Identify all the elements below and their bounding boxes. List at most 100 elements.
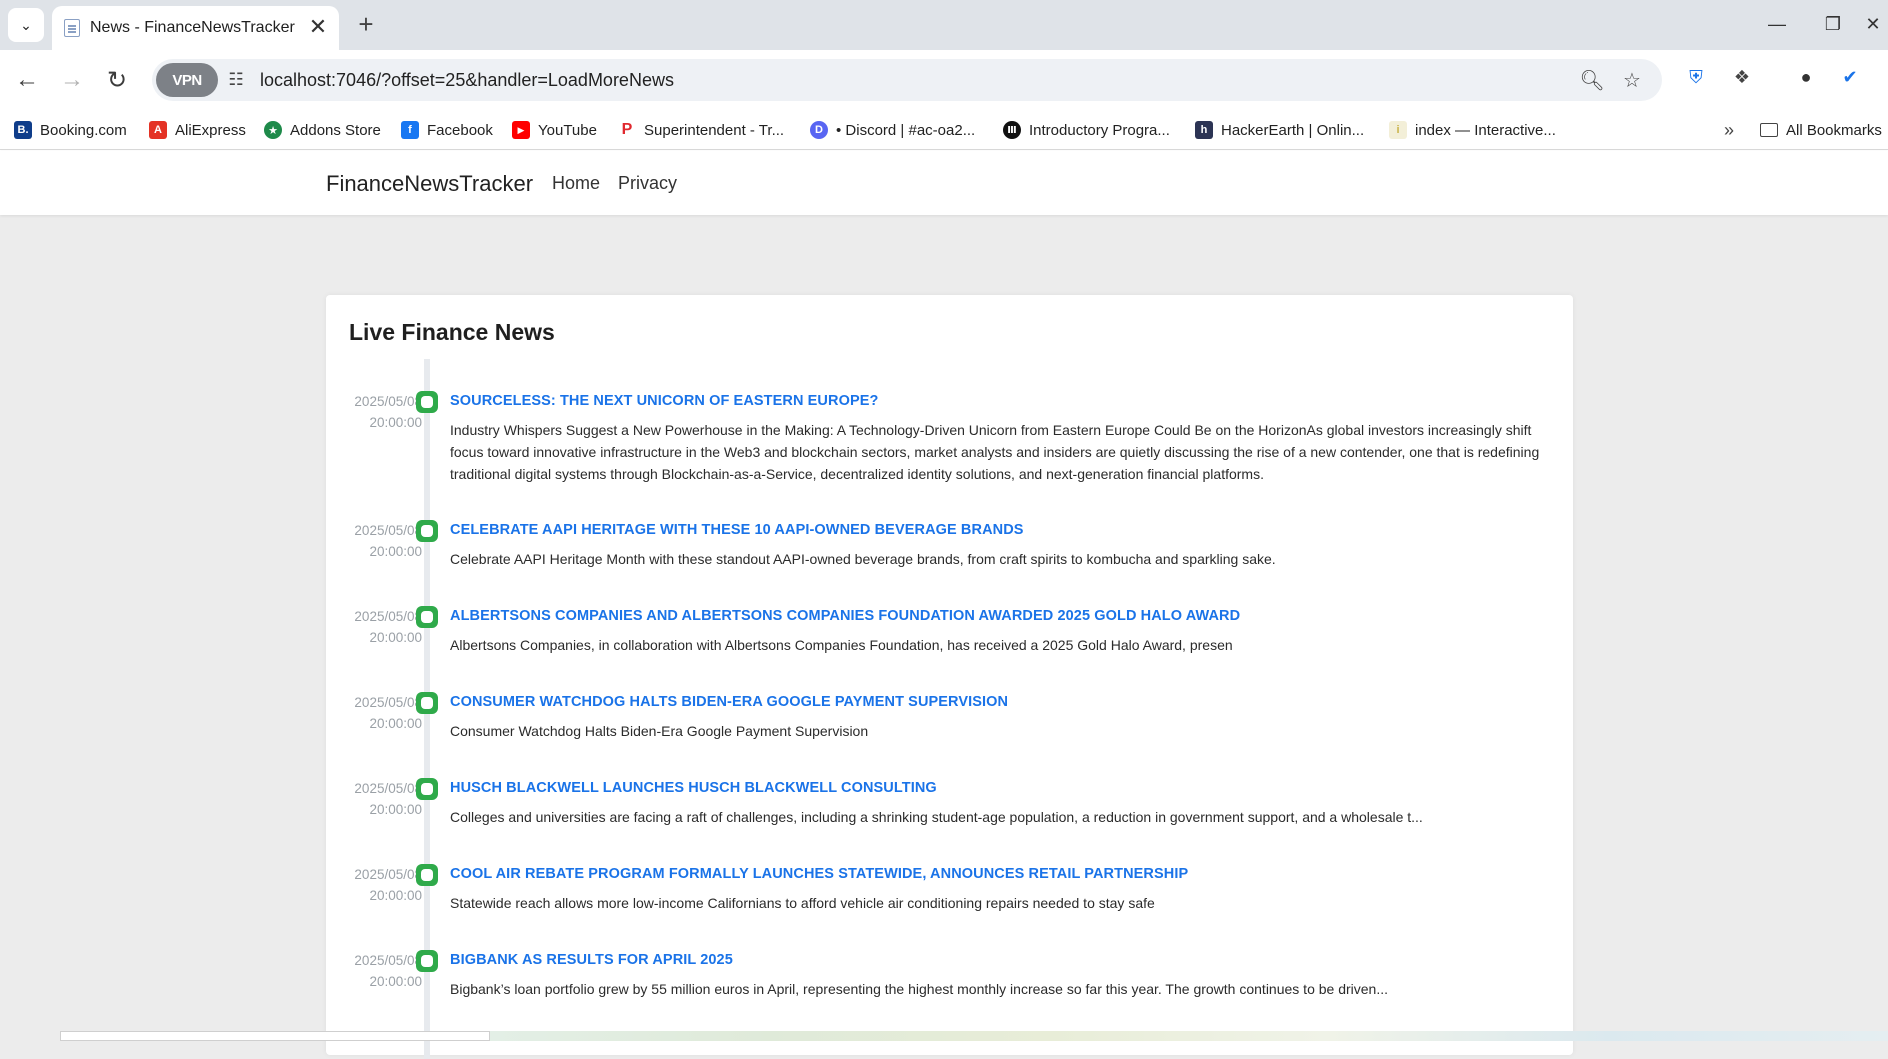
more-bookmarks-chevron-icon[interactable]: »	[1724, 118, 1734, 142]
news-description: Industry Whispers Suggest a New Powerhou…	[450, 422, 1540, 482]
news-date-time: 20:00:00	[369, 802, 422, 817]
bookmark-label: Addons Store	[290, 121, 381, 139]
bookmark-superintendent[interactable]: P Superintendent - Tr...	[618, 118, 784, 142]
nav-home-link[interactable]: Home	[552, 173, 600, 194]
all-bookmarks-folder[interactable]: All Bookmarks	[1760, 118, 1888, 142]
news-date-day: 2025/05/08	[354, 523, 422, 538]
timeline-dot-icon	[416, 520, 438, 542]
news-date-time: 20:00:00	[369, 716, 422, 731]
tab-title: News - FinanceNewsTracker	[90, 19, 295, 36]
bookmark-label: YouTube	[538, 121, 597, 139]
news-date-day: 2025/05/08	[354, 953, 422, 968]
news-description: Consumer Watchdog Halts Biden-Era Google…	[450, 723, 869, 739]
back-arrow-icon[interactable]: ←	[11, 64, 43, 96]
news-date-time: 20:00:00	[369, 888, 422, 903]
bookmark-facebook[interactable]: f Facebook	[401, 118, 493, 142]
news-title-link[interactable]: Cool Air Rebate Program Formally Launche…	[450, 866, 1188, 882]
news-title-link[interactable]: Sourceless: The Next Unicorn of Eastern …	[450, 393, 878, 409]
site-brand-link[interactable]: FinanceNewsTracker	[326, 171, 533, 197]
timeline-dot-icon	[416, 864, 438, 886]
bookmark-aliexpress[interactable]: A AliExpress	[149, 118, 246, 142]
forward-arrow-icon[interactable]: →	[56, 64, 88, 96]
news-date-day: 2025/05/08	[354, 609, 422, 624]
news-date-time: 20:00:00	[369, 544, 422, 559]
close-window-icon[interactable]: ✕	[1858, 10, 1888, 38]
bookmark-hackerearth[interactable]: h HackerEarth | Onlin...	[1195, 118, 1364, 142]
nav-privacy-link[interactable]: Privacy	[618, 173, 677, 194]
bitwarden-shield-icon[interactable]: ⛨	[1682, 63, 1710, 91]
bookmark-discord[interactable]: D • Discord | #ac-oa2...	[810, 118, 975, 142]
news-date-time: 20:00:00	[369, 630, 422, 645]
close-tab-icon[interactable]: ✕	[307, 14, 329, 39]
address-bar[interactable]: VPN ☷ localhost:7046/?offset=25&handler=…	[152, 59, 1662, 101]
news-date-time: 20:00:00	[369, 974, 422, 989]
folder-icon	[1760, 123, 1778, 137]
hackerearth-icon: h	[1195, 121, 1213, 139]
bookmarks-bar: B. Booking.com A AliExpress ★ Addons Sto…	[0, 110, 1888, 150]
bookmark-addons-store[interactable]: ★ Addons Store	[264, 118, 381, 142]
addons-store-icon: ★	[264, 121, 282, 139]
new-tab-button[interactable]: +	[352, 10, 380, 38]
minimize-window-icon[interactable]: —	[1762, 10, 1792, 38]
news-card: Live Finance News 2025/05/08 20:00:00 Sou…	[326, 295, 1573, 1059]
introductory-programming-icon: Ⅲ	[1003, 121, 1021, 139]
bookmark-label: index — Interactive...	[1415, 121, 1556, 139]
news-date: 2025/05/08 20:00:00	[348, 950, 422, 992]
bookmark-index[interactable]: i index — Interactive...	[1389, 118, 1556, 142]
bookmark-label: Booking.com	[40, 121, 127, 139]
timeline-dot-icon	[416, 778, 438, 800]
page-favicon-icon	[64, 19, 80, 37]
vpn-label: VPN	[172, 71, 202, 89]
tab-search-button[interactable]: ⌄	[8, 8, 44, 42]
active-tab[interactable]: News - FinanceNewsTracker ✕	[52, 6, 339, 50]
bookmark-label: • Discord | #ac-oa2...	[836, 121, 976, 139]
timeline-dot-icon	[416, 606, 438, 628]
news-date-day: 2025/05/08	[354, 695, 422, 710]
news-title-link[interactable]: Husch Blackwell Launches Husch Blackwell…	[450, 780, 937, 796]
timeline-dot-icon	[416, 950, 438, 972]
youtube-icon: ▶	[512, 121, 530, 139]
news-title-link[interactable]: Bigbank AS Results for April 2025	[450, 952, 733, 968]
news-title-link[interactable]: Albertsons Companies and Albertsons Comp…	[450, 608, 1240, 624]
news-description: Albertsons Companies, in collaboration w…	[450, 637, 1233, 653]
profile-avatar-icon[interactable]: ●	[1792, 63, 1820, 91]
facebook-icon: f	[401, 121, 419, 139]
discord-icon: D	[810, 121, 828, 139]
bookmark-booking[interactable]: B. Booking.com	[14, 118, 127, 142]
news-description: Celebrate AAPI Heritage Month with these…	[450, 551, 1276, 567]
bookmark-introductory-programming[interactable]: Ⅲ Introductory Progra...	[1003, 118, 1170, 142]
news-title-link[interactable]: Consumer Watchdog Halts Biden-Era Google…	[450, 694, 1008, 710]
news-date: 2025/05/08 20:00:00	[348, 391, 422, 433]
news-date: 2025/05/08 20:00:00	[348, 864, 422, 906]
timeline-dot-icon	[416, 692, 438, 714]
news-date: 2025/05/08 20:00:00	[348, 692, 422, 734]
news-description: Statewide reach allows more low-income C…	[450, 895, 1155, 911]
news-title-link[interactable]: Celebrate AAPI Heritage With These 10 AA…	[450, 522, 1024, 538]
taskbar-search-box[interactable]	[60, 1031, 490, 1041]
bookmark-label: AliExpress	[175, 121, 246, 139]
bookmark-label: Superintendent - Tr...	[644, 121, 785, 139]
bookmark-star-icon[interactable]: ☆	[1620, 68, 1644, 92]
news-description: Colleges and universities are facing a r…	[450, 809, 1423, 825]
bookmark-youtube[interactable]: ▶ YouTube	[512, 118, 597, 142]
news-date-day: 2025/05/08	[354, 394, 422, 409]
extensions-puzzle-icon[interactable]: ❖	[1728, 63, 1756, 91]
news-description: Bigbank’s loan portfolio grew by 55 mill…	[450, 981, 1388, 997]
site-settings-icon[interactable]: ☷	[224, 68, 248, 92]
superintendent-icon: P	[618, 121, 636, 139]
tab-strip: ⌄ News - FinanceNewsTracker ✕ + — ❐ ✕	[0, 0, 1888, 50]
news-date-day: 2025/05/08	[354, 867, 422, 882]
chevron-down-icon: ⌄	[20, 16, 32, 33]
site-navbar: FinanceNewsTracker Home Privacy	[0, 151, 1888, 215]
booking-icon: B.	[14, 121, 32, 139]
news-date: 2025/05/08 20:00:00	[348, 606, 422, 648]
reload-icon[interactable]: ↻	[101, 64, 133, 96]
url-text[interactable]: localhost:7046/?offset=25&handler=LoadMo…	[260, 70, 674, 91]
news-date: 2025/05/08 20:00:00	[348, 520, 422, 562]
security-check-icon[interactable]: ✔	[1836, 63, 1864, 91]
zoom-icon[interactable]: 🔍︎	[1579, 68, 1604, 92]
browser-toolbar: ← → ↻ VPN ☷ localhost:7046/?offset=25&ha…	[0, 50, 1888, 110]
restore-window-icon[interactable]: ❐	[1818, 10, 1848, 38]
news-date: 2025/05/08 20:00:00	[348, 778, 422, 820]
vpn-toggle[interactable]: VPN	[156, 63, 218, 97]
